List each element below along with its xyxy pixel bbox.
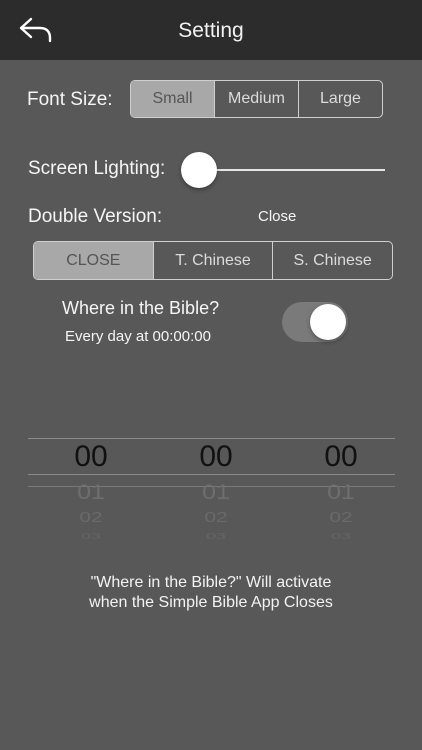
time-picker: 00 01 02 03 00 01 02 03 00 01 02 03 [28,438,395,548]
font-size-segmented-control: Small Medium Large [130,80,383,118]
screen-lighting-label: Screen Lighting: [28,158,166,179]
reminder-title: Where in the Bible? [62,298,220,318]
picker-hours-item: 03 [80,531,102,541]
double-version-label: Double Version: [28,206,163,227]
picker-hours-item: 02 [79,509,103,526]
picker-divider-middle [28,474,395,475]
double-version-segmented-control: CLOSE T. Chinese S. Chinese [33,241,393,280]
nav-bar: Setting [0,0,422,60]
picker-seconds-selected: 00 [324,440,358,473]
activation-note-line-1: "Where in the Bible?" Will activate [90,574,332,591]
double-version-simplified-chinese-option[interactable]: S. Chinese [272,242,392,279]
picker-minutes-selected: 00 [199,440,233,473]
screen-lighting-slider-track[interactable] [200,169,385,171]
double-version-traditional-chinese-option[interactable]: T. Chinese [152,242,273,279]
screen-lighting-slider-thumb[interactable] [181,152,217,188]
reminder-toggle-knob [310,304,346,340]
font-size-small-option[interactable]: Small [131,81,214,117]
activation-note: "Where in the Bible?" Will activate when… [0,573,422,613]
picker-hours-selected: 00 [74,440,108,473]
picker-seconds-item: 01 [327,480,355,504]
picker-hours-item: 01 [77,480,105,504]
font-size-label: Font Size: [27,89,113,110]
double-version-close-option[interactable]: CLOSE [34,242,153,279]
picker-minutes-item: 01 [202,480,230,504]
reminder-subtitle: Every day at 00:00:00 [65,328,211,345]
double-version-value: Close [258,208,297,225]
activation-note-line-2: when the Simple Bible App Closes [89,594,333,611]
picker-divider-top [28,438,395,439]
font-size-large-option[interactable]: Large [298,81,382,117]
picker-seconds-item: 03 [330,531,352,541]
reminder-toggle[interactable] [282,302,348,342]
picker-seconds-item: 02 [329,509,353,526]
font-size-medium-option[interactable]: Medium [214,81,298,117]
picker-minutes-item: 02 [204,509,228,526]
page-title: Setting [178,19,244,42]
picker-minutes-item: 03 [205,531,227,541]
